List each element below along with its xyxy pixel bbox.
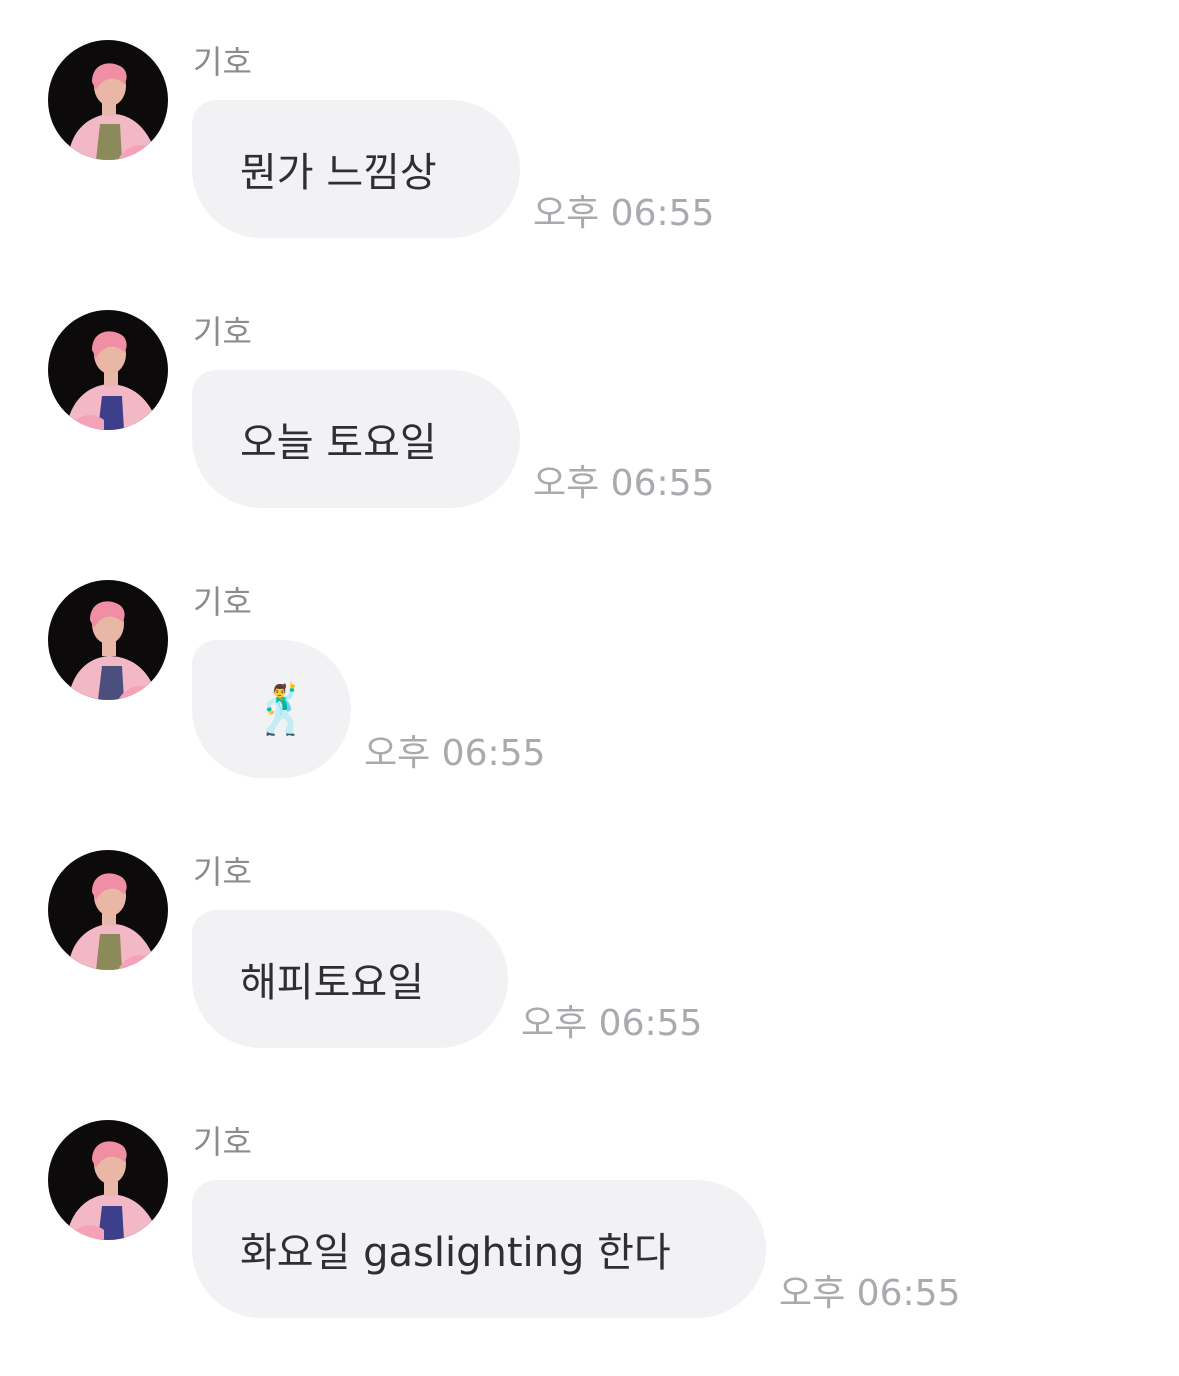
avatar[interactable] bbox=[48, 1120, 168, 1240]
message-time: 오후 06:55 bbox=[533, 463, 715, 504]
chat-message: 기호 뭔가 느낌상 오후 06:55 bbox=[0, 40, 1179, 240]
sender-name: 기호 bbox=[193, 583, 252, 621]
avatar[interactable] bbox=[48, 850, 168, 970]
avatar[interactable] bbox=[48, 310, 168, 430]
sender-name: 기호 bbox=[193, 853, 252, 891]
message-text: 오늘 토요일 bbox=[240, 420, 437, 466]
message-bubble[interactable]: 화요일 gaslighting 한다 bbox=[192, 1180, 766, 1318]
sender-name: 기호 bbox=[193, 1123, 252, 1161]
message-time: 오후 06:55 bbox=[521, 1003, 703, 1044]
chat-message: 기호 해피토요일 오후 06:55 bbox=[0, 850, 1179, 1050]
chat-message: 기호 오늘 토요일 오후 06:55 bbox=[0, 310, 1179, 510]
profile-photo-icon bbox=[68, 601, 158, 700]
avatar[interactable] bbox=[48, 580, 168, 700]
message-time: 오후 06:55 bbox=[364, 733, 546, 774]
sender-name: 기호 bbox=[193, 43, 252, 81]
profile-photo-icon bbox=[66, 331, 160, 430]
profile-photo-icon bbox=[68, 873, 158, 970]
man-dancing-emoji: 🕺 bbox=[252, 681, 312, 738]
message-time: 오후 06:55 bbox=[533, 193, 715, 234]
profile-photo-icon bbox=[66, 1141, 160, 1240]
chat-thread[interactable]: 기호 뭔가 느낌상 오후 06:55 기호 오늘 토요일 오후 06:55 기호… bbox=[0, 0, 1179, 1376]
profile-photo-icon bbox=[68, 63, 158, 160]
message-time: 오후 06:55 bbox=[779, 1273, 961, 1314]
avatar[interactable] bbox=[48, 40, 168, 160]
chat-message: 기호 🕺 오후 06:55 bbox=[0, 580, 1179, 780]
message-bubble[interactable]: 해피토요일 bbox=[192, 910, 508, 1048]
message-text: 뭔가 느낌상 bbox=[240, 150, 437, 196]
message-bubble[interactable]: 🕺 bbox=[192, 640, 351, 778]
chat-message: 기호 화요일 gaslighting 한다 오후 06:55 bbox=[0, 1120, 1179, 1320]
message-bubble[interactable]: 뭔가 느낌상 bbox=[192, 100, 520, 238]
message-text: 해피토요일 bbox=[240, 960, 424, 1006]
message-bubble[interactable]: 오늘 토요일 bbox=[192, 370, 520, 508]
message-text: 화요일 gaslighting 한다 bbox=[240, 1230, 671, 1276]
sender-name: 기호 bbox=[193, 313, 252, 351]
